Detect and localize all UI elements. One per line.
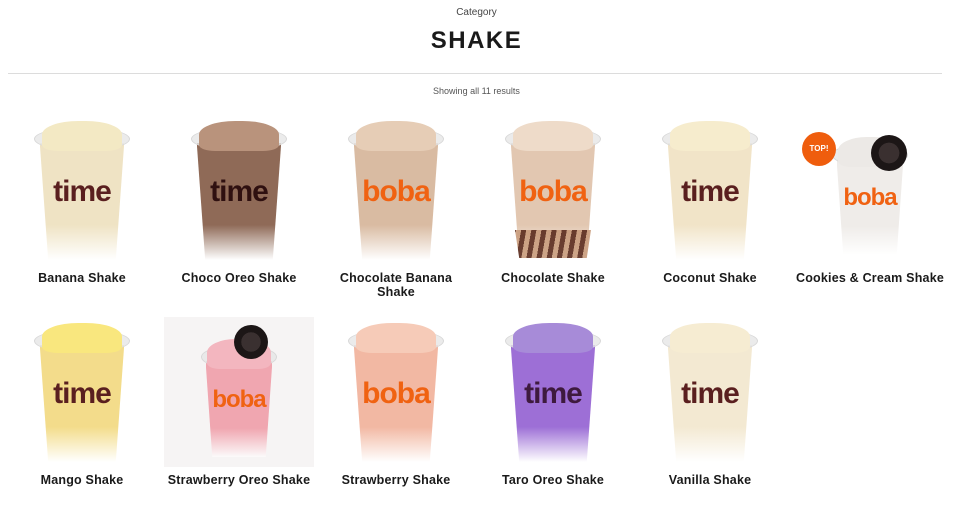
shake-cup-image: time — [34, 323, 130, 464]
product-card-chocolate-banana-shake[interactable]: boba Chocolate Banana Shake — [321, 115, 471, 299]
product-image[interactable]: time — [7, 115, 157, 265]
brand-logo-text: time — [681, 376, 740, 410]
product-image[interactable]: boba — [478, 115, 628, 265]
product-name[interactable]: Banana Shake — [7, 271, 157, 285]
shake-cup-image: time — [662, 121, 758, 262]
product-image[interactable]: boba TOP! — [795, 115, 945, 265]
product-name[interactable]: Choco Oreo Shake — [164, 271, 314, 285]
product-image[interactable]: time — [635, 115, 785, 265]
product-card-cookies-cream-shake[interactable]: boba TOP! Cookies & Cream Shake — [795, 115, 945, 285]
shake-cup-image: time — [34, 121, 130, 262]
divider — [8, 73, 942, 74]
product-card-chocolate-shake[interactable]: boba Chocolate Shake — [478, 115, 628, 285]
product-name[interactable]: Mango Shake — [7, 473, 157, 487]
brand-logo-text: time — [53, 174, 112, 208]
brand-logo-text: time — [524, 376, 583, 410]
product-name[interactable]: Chocolate Banana Shake — [321, 271, 471, 299]
product-image[interactable]: time — [164, 115, 314, 265]
product-card-coconut-shake[interactable]: time Coconut Shake — [635, 115, 785, 285]
product-image[interactable]: boba — [321, 317, 471, 467]
product-image[interactable]: time — [478, 317, 628, 467]
shake-cup-image: boba — [201, 339, 277, 459]
product-name[interactable]: Strawberry Shake — [321, 473, 471, 487]
product-name[interactable]: Chocolate Shake — [478, 271, 628, 285]
product-card-banana-shake[interactable]: time Banana Shake — [7, 115, 157, 285]
shake-cup-image: time — [505, 323, 601, 464]
brand-logo-text: boba — [212, 385, 266, 413]
product-card-strawberry-oreo-shake[interactable]: boba Strawberry Oreo Shake — [164, 317, 314, 487]
product-image[interactable]: boba — [321, 115, 471, 265]
product-image[interactable]: time — [7, 317, 157, 467]
product-image[interactable]: boba — [164, 317, 314, 467]
category-eyebrow: Category — [456, 7, 497, 18]
product-card-choco-oreo-shake[interactable]: time Choco Oreo Shake — [164, 115, 314, 285]
brand-logo-text: time — [53, 376, 112, 410]
shake-cup-image: time — [662, 323, 758, 464]
shake-cup-image: boba — [505, 121, 601, 262]
product-name[interactable]: Vanilla Shake — [635, 473, 785, 487]
product-name[interactable]: Cookies & Cream Shake — [795, 271, 945, 285]
oreo-cookie-icon — [871, 135, 907, 171]
shake-cup-image: boba — [348, 323, 444, 464]
product-image[interactable]: time — [635, 317, 785, 467]
product-card-taro-oreo-shake[interactable]: time Taro Oreo Shake — [478, 317, 628, 487]
top-badge: TOP! — [802, 132, 836, 166]
product-name[interactable]: Coconut Shake — [635, 271, 785, 285]
brand-logo-text: boba — [362, 174, 431, 208]
product-name[interactable]: Taro Oreo Shake — [478, 473, 628, 487]
brand-logo-text: boba — [362, 376, 431, 410]
brand-logo-text: boba — [843, 183, 897, 211]
result-count: Showing all 11 results — [433, 86, 520, 96]
oreo-cookie-icon — [234, 325, 268, 359]
product-name[interactable]: Strawberry Oreo Shake — [164, 473, 314, 487]
shake-cup-image: boba — [348, 121, 444, 262]
product-card-strawberry-shake[interactable]: boba Strawberry Shake — [321, 317, 471, 487]
product-card-vanilla-shake[interactable]: time Vanilla Shake — [635, 317, 785, 487]
brand-logo-text: time — [681, 174, 740, 208]
product-card-mango-shake[interactable]: time Mango Shake — [7, 317, 157, 487]
shake-cup-image: time — [191, 121, 287, 262]
chocolate-drizzle — [514, 230, 591, 258]
brand-logo-text: boba — [519, 174, 588, 208]
brand-logo-text: time — [210, 174, 269, 208]
page-title: SHAKE — [430, 27, 523, 54]
